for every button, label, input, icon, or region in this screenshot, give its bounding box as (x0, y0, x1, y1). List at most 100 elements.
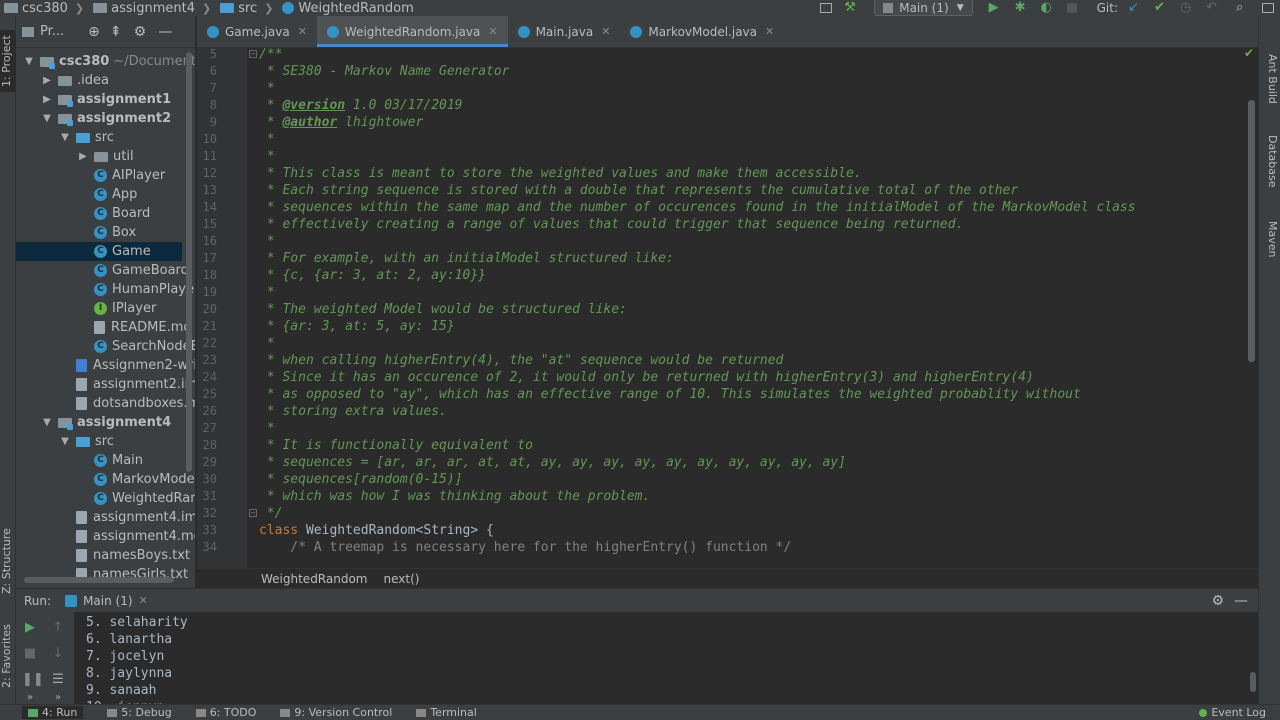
close-icon[interactable]: ✕ (488, 25, 497, 38)
tree-item-assignmen2-wri[interactable]: Assignmen2-wri (16, 356, 195, 375)
tree-item-weightedran[interactable]: C WeightedRan (16, 489, 195, 508)
locate-target-icon[interactable]: ⊕ (88, 24, 100, 40)
tree-item-assignment2[interactable]: ▼ assignment2 (16, 109, 171, 128)
history-icon[interactable]: ◷ (1180, 1, 1194, 15)
tree-item-gameboard[interactable]: C GameBoard (16, 261, 189, 280)
fold-marker-icon[interactable]: − (249, 50, 257, 58)
nav-crumb-module[interactable]: assignment4 ❯ (89, 0, 216, 16)
close-icon[interactable]: ✕ (765, 25, 774, 38)
line-number: 28 (202, 438, 217, 452)
tree-item-dotsandboxes-m[interactable]: dotsandboxes.m (16, 394, 195, 413)
project-panel-title[interactable]: Pr... (40, 24, 64, 39)
maven-tool-tab[interactable]: Maven (1261, 206, 1279, 272)
tree-item-iplayer[interactable]: I IPlayer (16, 299, 156, 318)
stop-icon[interactable]: ■ (22, 646, 38, 661)
tree-item-csc380[interactable]: ▼ csc380 ~/Documents (16, 52, 195, 71)
search-icon[interactable]: ⌕ (1236, 1, 1250, 15)
tree-item-markovmodel[interactable]: C MarkovModel (16, 470, 195, 489)
chevron-down-icon[interactable]: ▼ (42, 417, 52, 428)
stop-icon[interactable] (1066, 3, 1077, 13)
breadcrumb-class[interactable]: WeightedRandom (261, 572, 368, 586)
tree-item-aiplayer[interactable]: C AIPlayer (16, 166, 165, 185)
chevron-right-icon[interactable]: ▶ (42, 75, 52, 86)
rollback-icon[interactable]: ↶ (1206, 1, 1220, 15)
arrow-up-icon[interactable]: ↑ (50, 620, 66, 635)
nav-crumb-src[interactable]: src ❯ (216, 0, 278, 16)
minimize-icon[interactable]: — (1234, 593, 1248, 609)
nav-crumb-class[interactable]: WeightedRandom (278, 0, 414, 16)
project-vertical-scrollbar[interactable] (186, 52, 192, 472)
tab-game-java[interactable]: Game.java ✕ (197, 16, 317, 47)
chevron-down-icon[interactable]: ▼ (24, 56, 34, 67)
git-commit-icon[interactable]: ✔ (1154, 1, 1168, 15)
rerun-icon[interactable]: ▶ (22, 620, 38, 635)
gear-icon[interactable]: ⚙ (1211, 593, 1224, 609)
bottom-tab-debug[interactable]: 5: Debug (107, 706, 172, 719)
tree-item-box[interactable]: C Box (16, 223, 136, 242)
tree-item-assignment1[interactable]: ▶ assignment1 (16, 90, 171, 109)
project-tool-tab[interactable]: 1: Project (0, 30, 16, 92)
bottom-tab-version-control[interactable]: 9: Version Control (280, 706, 392, 719)
console-scrollbar[interactable] (1250, 672, 1256, 692)
tree-item--idea[interactable]: ▶ .idea (16, 71, 109, 90)
tree-item-assignment4[interactable]: ▼ assignment4 (16, 413, 171, 432)
soft-wrap-icon[interactable]: ☰ (50, 672, 66, 687)
tree-item-util[interactable]: ▶ util (16, 147, 133, 166)
database-tool-tab[interactable]: Database (1261, 124, 1279, 198)
tree-item-src[interactable]: ▼ src (16, 432, 114, 451)
tree-item-readme-md[interactable]: README.md (16, 318, 192, 337)
more-icon[interactable]: » (22, 692, 38, 703)
tree-item-searchnodeb[interactable]: C SearchNodeB (16, 337, 195, 356)
tree-item-assignment4-iml[interactable]: assignment4.iml (16, 508, 195, 527)
minimize-icon[interactable]: — (158, 24, 172, 40)
chevron-down-icon[interactable]: ▼ (60, 436, 70, 447)
nav-crumb-project[interactable]: csc380 ❯ (0, 0, 89, 16)
tab-weightedrandom-java[interactable]: WeightedRandom.java ✕ (316, 16, 508, 47)
gear-icon[interactable]: ⚙ (134, 24, 147, 40)
close-icon[interactable]: ✕ (139, 594, 148, 607)
tree-item-board[interactable]: C Board (16, 204, 150, 223)
breadcrumb-method[interactable]: next() (384, 572, 420, 586)
ant-build-tool-tab[interactable]: Ant Build (1261, 44, 1279, 114)
build-hammer-icon[interactable]: ⚒ (844, 1, 858, 15)
git-update-icon[interactable]: ↙ (1128, 1, 1142, 15)
fold-marker-icon[interactable]: − (249, 509, 257, 517)
tree-item-humanplayer[interactable]: C HumanPlayer (16, 280, 195, 299)
run-tab-main[interactable]: Main (1) ✕ (65, 594, 148, 608)
collapse-all-icon[interactable]: ⇞ (110, 24, 122, 40)
coverage-icon[interactable]: ◐ (1041, 1, 1055, 15)
debug-icon[interactable]: ✱ (1015, 1, 1029, 15)
bottom-tab-terminal[interactable]: Terminal (416, 706, 477, 719)
run-icon[interactable]: ▶ (989, 1, 1003, 15)
tree-item-assignment2-iml[interactable]: assignment2.iml (16, 375, 195, 394)
close-icon[interactable]: ✕ (298, 25, 307, 38)
more-icon[interactable]: » (50, 692, 66, 703)
tab-main-java[interactable]: Main.java ✕ (508, 16, 621, 47)
chevron-right-icon[interactable]: ▶ (42, 94, 52, 105)
run-console-output[interactable]: 5. selaharity 6. lanartha 7. jocelyn 8. jay… (74, 612, 1258, 704)
layout-icon[interactable] (1262, 3, 1274, 13)
bottom-tab-run[interactable]: 4: Run (22, 706, 84, 719)
chevron-right-icon[interactable]: ▶ (78, 151, 88, 162)
chevron-down-icon[interactable]: ▼ (60, 132, 70, 143)
run-configuration-select[interactable]: Main (1) ▼ (874, 0, 973, 16)
tree-item-app[interactable]: C App (16, 185, 137, 204)
tree-item-game[interactable]: C Game (16, 242, 182, 261)
project-structure-icon[interactable] (820, 3, 833, 13)
code-editor[interactable]: 5 6 7 8 9 10 11 12 13 14 15 16 17 18 19 20 21 22 23 24 25 26 2… (197, 48, 1258, 568)
chevron-down-icon[interactable]: ▼ (42, 113, 52, 124)
project-horizontal-scrollbar[interactable] (24, 577, 174, 583)
arrow-down-icon[interactable]: ↓ (50, 646, 66, 661)
bottom-tab-todo[interactable]: 6: TODO (195, 706, 256, 719)
tree-item-main[interactable]: C Main (16, 451, 143, 470)
editor-vertical-scrollbar[interactable] (1248, 100, 1255, 362)
tab-markovmodel-java[interactable]: MarkovModel.java ✕ (620, 16, 784, 47)
favorites-tool-tab[interactable]: 2: Favorites (0, 620, 16, 692)
structure-tool-tab[interactable]: Z: Structure (0, 522, 16, 600)
close-icon[interactable]: ✕ (601, 25, 610, 38)
tree-item-namesboys-txt[interactable]: namesBoys.txt (16, 546, 190, 565)
tree-item-assignment4-mo[interactable]: assignment4.mo (16, 527, 195, 546)
event-log-button[interactable]: Event Log (1199, 706, 1266, 719)
pause-icon[interactable]: ❚❚ (22, 672, 44, 687)
tree-item-src[interactable]: ▼ src (16, 128, 114, 147)
